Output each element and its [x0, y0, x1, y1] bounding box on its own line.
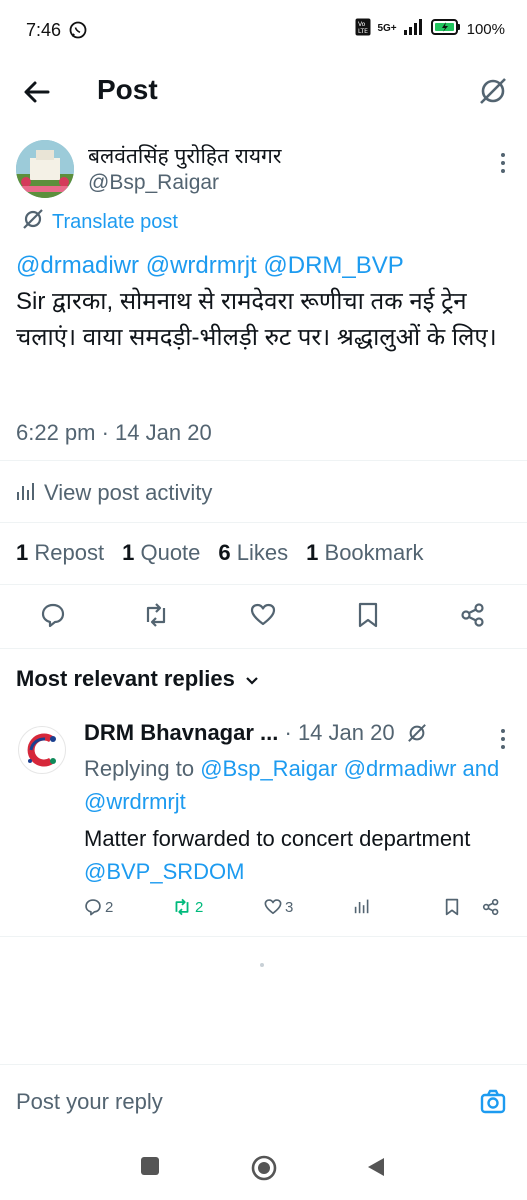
post-text: Sir द्वारका, सोमनाथ से रामदेवरा रूणीचा त… [16, 288, 497, 351]
reply-reply-button[interactable]: 2 [84, 898, 113, 916]
replying-prefix: Replying to [84, 756, 195, 781]
reply-replies-count: 2 [105, 898, 114, 916]
activity-label: View post activity [44, 480, 213, 505]
back-arrow-icon[interactable] [20, 75, 54, 114]
reply-header: DRM Bhavnagar ... · 14 Jan 20 [84, 720, 427, 749]
signal-icon [403, 19, 425, 39]
divider [0, 460, 527, 461]
reply-analytics-icon[interactable] [354, 898, 370, 914]
repost-icon[interactable] [142, 602, 170, 633]
svg-text:Vo: Vo [358, 21, 366, 28]
reply-likes-count: 3 [285, 898, 294, 916]
whatsapp-icon [68, 20, 88, 45]
bookmark-count[interactable]: 1 Bookmark [306, 540, 423, 566]
divider [0, 648, 527, 649]
divider [0, 584, 527, 585]
divider [0, 1064, 527, 1065]
reply-input[interactable]: Post your reply [16, 1089, 163, 1115]
status-bar: 7:46 Vo LTE 5G+ 100% [0, 0, 527, 62]
camera-icon[interactable] [479, 1088, 507, 1121]
divider [0, 936, 527, 937]
replying-mention[interactable]: @Bsp_Raigar [200, 756, 337, 781]
reply-more-icon[interactable] [499, 728, 507, 755]
bookmark-icon[interactable] [356, 602, 380, 633]
volte-icon: Vo LTE [355, 18, 371, 40]
replies-heading: Most relevant replies [16, 666, 235, 691]
replying-mention[interactable]: @drmadiwr [344, 756, 457, 781]
reply-body: Matter forwarded to concert department [84, 826, 471, 851]
replying-to: Replying to @Bsp_Raigar @drmadiwr and @w… [84, 752, 514, 818]
reply-avatar[interactable] [18, 726, 66, 774]
reply-reposts-count: 2 [195, 898, 204, 916]
page-title: Post [97, 74, 158, 105]
like-icon[interactable] [250, 602, 276, 633]
post-actions [0, 598, 527, 638]
grok-icon[interactable] [407, 723, 427, 749]
replying-and: and [462, 756, 500, 781]
loading-indicator [260, 963, 264, 967]
home-button[interactable] [250, 1154, 278, 1187]
likes-count[interactable]: 6 Likes [218, 540, 288, 566]
post-timestamp: 6:22 pm · 14 Jan 20 [16, 420, 212, 445]
share-icon[interactable] [460, 602, 486, 633]
translate-post-link[interactable]: Translate post [22, 208, 178, 236]
replying-mention[interactable]: @wrdrmrjt [84, 789, 186, 814]
battery-percent: 100% [466, 20, 505, 38]
reply-author-name[interactable]: DRM Bhavnagar ... [84, 720, 278, 745]
grok-translate-icon [22, 208, 44, 236]
status-time: 7:46 [26, 20, 62, 40]
reply-icon[interactable] [40, 602, 66, 633]
repost-count[interactable]: 1 Repost [16, 540, 104, 566]
network-type: 5G+ [377, 23, 397, 34]
reply-actions: 2 2 3 [80, 898, 510, 924]
author-handle[interactable]: @Bsp_Raigar [88, 171, 219, 195]
grok-icon[interactable] [477, 75, 509, 112]
battery-icon [430, 19, 461, 39]
reply-text: Matter forwarded to concert department @… [84, 822, 514, 888]
reply-date: · 14 Jan 20 [284, 720, 395, 745]
view-activity-link[interactable]: View post activity [16, 480, 212, 506]
quote-count[interactable]: 1 Quote [122, 540, 200, 566]
replies-sort-dropdown[interactable]: Most relevant replies [16, 666, 259, 692]
post-mentions[interactable]: @drmadiwr @wrdrmrjt @DRM_BVP [16, 248, 516, 284]
top-bar: Post [0, 62, 527, 122]
chevron-down-icon [245, 666, 259, 692]
reply-bookmark-icon[interactable] [444, 898, 460, 916]
author-name[interactable]: बलवंतसिंह पुरोहित रायगर [88, 142, 281, 170]
analytics-icon [16, 480, 36, 506]
system-nav-bar [0, 1140, 527, 1200]
author-avatar[interactable] [16, 140, 74, 198]
reply-like-button[interactable]: 3 [264, 898, 293, 916]
reply-share-icon[interactable] [482, 898, 500, 916]
translate-label: Translate post [52, 210, 178, 233]
recents-button[interactable] [140, 1156, 160, 1181]
back-button[interactable] [366, 1156, 386, 1183]
more-options-icon[interactable] [499, 152, 507, 179]
system-icons: Vo LTE 5G+ 100% [355, 18, 505, 40]
engagement-counts: 1 Repost 1 Quote 6 Likes 1 Bookmark [16, 540, 424, 566]
divider [0, 522, 527, 523]
post-body: @drmadiwr @wrdrmrjt @DRM_BVP Sir द्वारका… [16, 248, 516, 356]
svg-text:LTE: LTE [358, 28, 368, 35]
reply-repost-button[interactable]: 2 [172, 898, 203, 916]
reply-mention[interactable]: @BVP_SRDOM [84, 859, 244, 884]
